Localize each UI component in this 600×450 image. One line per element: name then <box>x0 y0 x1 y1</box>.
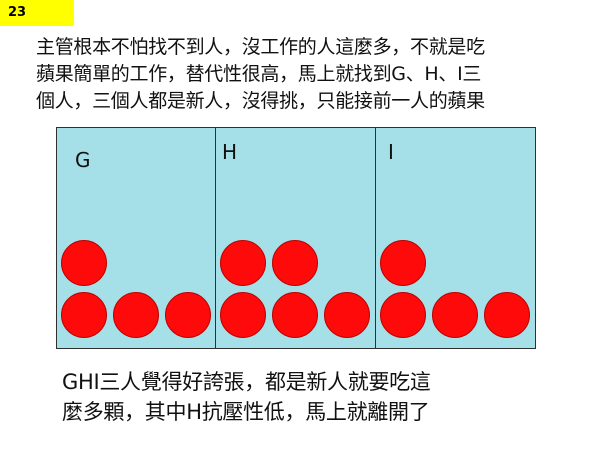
apple <box>484 292 530 338</box>
box-label-i: I <box>388 140 394 164</box>
apple <box>272 292 318 338</box>
apple <box>324 292 370 338</box>
outro-line: 麼多顆，其中H抗壓性低，馬上就離開了 <box>62 400 430 424</box>
apple <box>61 292 107 338</box>
apple <box>61 240 107 286</box>
intro-text: 主管根本不怕找不到人，沒工作的人這麼多，不就是吃 蘋果簡單的工作，替代性很高，馬… <box>36 34 598 115</box>
apple <box>380 240 426 286</box>
intro-line: 蘋果簡單的工作，替代性很高，馬上就找到G、H、I三 <box>36 63 482 85</box>
apple <box>220 292 266 338</box>
apple <box>272 240 318 286</box>
apple <box>113 292 159 338</box>
outro-line: GHI三人覺得好誇張，都是新人就要吃這 <box>62 370 431 394</box>
apple <box>165 292 211 338</box>
box-h: H <box>216 127 376 349</box>
apple-boxes: G H I <box>56 127 536 349</box>
box-g: G <box>56 127 216 349</box>
box-label-h: H <box>222 140 238 164</box>
outro-text: GHI三人覺得好誇張，都是新人就要吃這 麼多顆，其中H抗壓性低，馬上就離開了 <box>62 367 592 427</box>
box-label-g: G <box>75 148 91 172</box>
slide-number-badge: 23 <box>0 0 74 26</box>
box-i: I <box>376 127 536 349</box>
intro-line: 主管根本不怕找不到人，沒工作的人這麼多，不就是吃 <box>36 36 485 58</box>
apple <box>432 292 478 338</box>
intro-line: 個人，三個人都是新人，沒得挑，只能接前一人的蘋果 <box>36 90 485 112</box>
apple <box>220 240 266 286</box>
apple <box>380 292 426 338</box>
